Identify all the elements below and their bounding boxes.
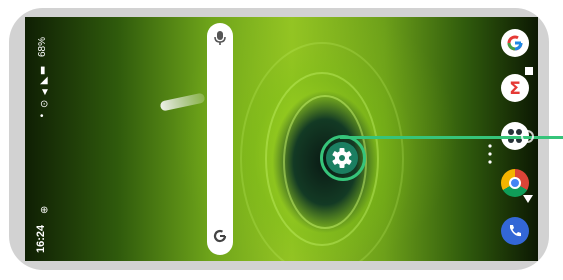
- svg-text:Σ: Σ: [509, 79, 521, 99]
- mic-icon[interactable]: [214, 31, 226, 45]
- back-button[interactable]: [523, 195, 533, 203]
- dot-icon: •: [40, 111, 44, 122]
- settings-gear-icon: [332, 148, 352, 168]
- search-bar[interactable]: [207, 23, 233, 255]
- battery-percent: 68%: [37, 36, 48, 57]
- wifi-icon: ▼: [40, 87, 50, 98]
- home-screen: 68% ▮ ◢ ▼ ⊙ • ⊕ 16:24 Σ: [25, 17, 538, 261]
- chrome-icon[interactable]: [501, 169, 529, 197]
- google-g-icon[interactable]: [213, 229, 227, 243]
- alarm-icon: ⊙: [40, 99, 49, 110]
- notification-icon: ⊕: [40, 205, 49, 216]
- google-app-icon[interactable]: [501, 29, 529, 57]
- settings-app-icon[interactable]: [326, 142, 358, 174]
- status-clock: 16:24: [35, 224, 47, 253]
- recents-button[interactable]: [525, 67, 533, 75]
- signal-icon: ◢: [40, 75, 48, 86]
- more-options-icon[interactable]: [488, 143, 492, 165]
- sigma-app-icon[interactable]: Σ: [501, 74, 529, 102]
- status-bar: 68% ▮ ◢ ▼ ⊙ • ⊕ 16:24: [35, 17, 61, 261]
- phone-icon[interactable]: [501, 217, 529, 245]
- home-button[interactable]: [521, 130, 534, 143]
